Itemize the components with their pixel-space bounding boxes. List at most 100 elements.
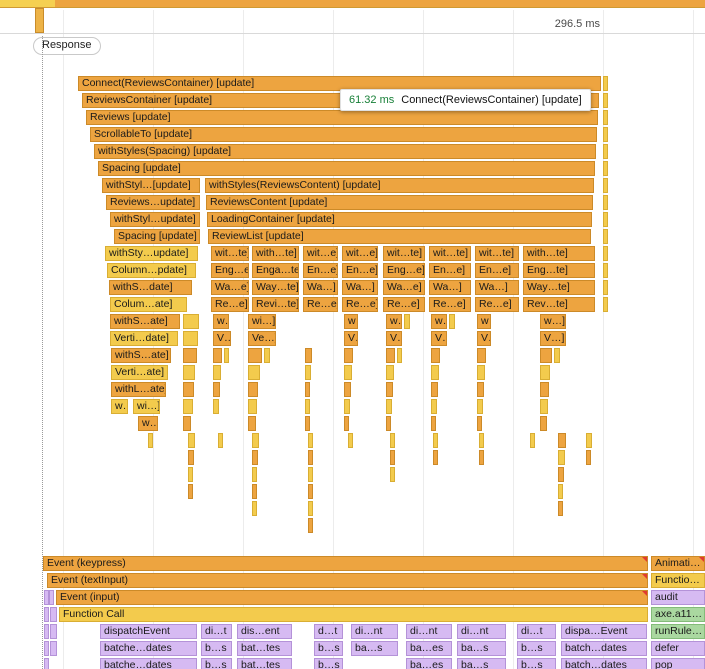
flame-bar[interactable] (603, 161, 608, 176)
flame-bar[interactable]: Way…te] (523, 280, 595, 295)
flame-bar[interactable]: d…t (314, 624, 343, 639)
flame-bar[interactable] (305, 365, 311, 380)
flame-bar[interactable]: withL…ate] (111, 382, 166, 397)
flame-bar[interactable]: bat…tes (237, 641, 292, 656)
flame-bar[interactable]: ReviewsContent [update] (206, 195, 593, 210)
flame-bar[interactable] (49, 590, 54, 605)
flame-bar[interactable]: wit…te] (475, 246, 519, 261)
flame-bar[interactable]: withS…ate] (111, 348, 171, 363)
flame-bar[interactable]: wit…e] (342, 246, 378, 261)
flame-bar[interactable] (477, 348, 486, 363)
flame-bar[interactable] (183, 314, 199, 329)
flame-bar[interactable]: Ve…] (248, 331, 276, 346)
flame-bar[interactable]: Re…e] (429, 297, 471, 312)
flame-bar[interactable] (344, 416, 349, 431)
flame-bar[interactable] (603, 110, 608, 125)
flame-bar[interactable] (50, 624, 57, 639)
flame-bar[interactable] (305, 399, 310, 414)
flame-bar[interactable]: Re…e] (211, 297, 249, 312)
flame-bar[interactable] (50, 641, 57, 656)
flame-bar[interactable]: di…nt (406, 624, 452, 639)
flame-bar[interactable] (183, 416, 191, 431)
flame-bar[interactable] (344, 382, 351, 397)
flame-bar[interactable]: Re…e] (303, 297, 338, 312)
flame-bar[interactable]: V…] (213, 331, 231, 346)
flame-bar[interactable] (603, 280, 608, 295)
flame-bar[interactable] (308, 433, 313, 448)
flame-bar[interactable]: Eng…e] (211, 263, 249, 278)
flame-bar[interactable] (252, 501, 257, 516)
flame-bar[interactable]: wit…te] (383, 246, 425, 261)
flame-bar[interactable] (224, 348, 229, 363)
flame-bar[interactable]: di…t (517, 624, 556, 639)
flame-bar[interactable] (540, 416, 547, 431)
flame-bar[interactable]: b…s (517, 658, 556, 669)
flame-bar[interactable]: V… (386, 331, 402, 346)
flame-bar[interactable]: Wa…e] (211, 280, 249, 295)
flame-bar[interactable]: V… (344, 331, 358, 346)
flame-bar[interactable] (308, 518, 313, 533)
flame-bar[interactable]: Reviews…update] (106, 195, 200, 210)
flame-bar[interactable]: Event (keypress) (43, 556, 648, 571)
flame-bar[interactable] (308, 501, 313, 516)
flame-bar[interactable] (183, 331, 198, 346)
flame-bar[interactable]: w… (344, 314, 358, 329)
flame-bar[interactable] (558, 484, 563, 499)
flame-bar[interactable]: Spacing [update] (98, 161, 595, 176)
flame-bar[interactable] (558, 467, 564, 482)
flame-bar[interactable]: pop (651, 658, 705, 669)
flame-bar[interactable] (603, 212, 608, 227)
flame-bar[interactable]: Colum…ate] (110, 297, 187, 312)
flame-bar[interactable] (558, 501, 563, 516)
flame-bar[interactable] (44, 624, 49, 639)
flame-bar[interactable]: w… (386, 314, 402, 329)
flame-bar[interactable] (252, 467, 257, 482)
flame-bar[interactable] (348, 433, 353, 448)
flame-bar[interactable] (248, 365, 260, 380)
flame-bar[interactable] (50, 607, 57, 622)
flame-bar[interactable] (603, 93, 608, 108)
flame-bar[interactable]: ReviewList [update] (208, 229, 591, 244)
flame-bar[interactable] (213, 399, 219, 414)
flame-bar[interactable]: Wa…] (475, 280, 519, 295)
flame-bar[interactable]: Event (input) (56, 590, 648, 605)
flame-bar[interactable]: wit…e] (303, 246, 338, 261)
flame-bar[interactable]: dispa…Event (561, 624, 647, 639)
flame-bar[interactable] (344, 399, 350, 414)
flame-bar[interactable]: audit (651, 590, 705, 605)
flame-bar[interactable] (308, 450, 313, 465)
flame-bar[interactable]: Wa…e] (383, 280, 425, 295)
flame-bar[interactable]: Verti…ate] (111, 365, 168, 380)
flame-bar[interactable] (252, 484, 257, 499)
flame-bar[interactable] (213, 365, 221, 380)
flame-bar[interactable]: LoadingContainer [update] (207, 212, 592, 227)
flame-bar[interactable] (603, 263, 608, 278)
flame-bar[interactable]: Wa…] (429, 280, 471, 295)
flame-bar[interactable]: ScrollableTo [update] (90, 127, 597, 142)
flame-bar[interactable]: dis…ent (237, 624, 292, 639)
flame-bar[interactable] (218, 433, 223, 448)
flame-bar[interactable]: Way…te] (252, 280, 299, 295)
flame-bar[interactable]: w… (431, 314, 447, 329)
flame-bar[interactable] (477, 416, 482, 431)
flame-bar[interactable]: Eng…te] (523, 263, 595, 278)
flame-bar[interactable] (252, 450, 258, 465)
flame-bar[interactable] (188, 484, 193, 499)
flame-bar[interactable]: ba…s (457, 641, 506, 656)
flame-bar[interactable] (530, 433, 535, 448)
flame-bar[interactable]: w…] (540, 314, 566, 329)
flame-bar[interactable] (183, 399, 193, 414)
flame-bar[interactable]: w… (111, 399, 128, 414)
flame-bar[interactable]: En…e] (342, 263, 378, 278)
flame-bar[interactable] (305, 382, 310, 397)
flame-bar[interactable]: batche…dates (100, 641, 197, 656)
flame-bar[interactable] (433, 433, 438, 448)
flame-bar[interactable]: b…s (201, 658, 232, 669)
flame-bar[interactable] (248, 416, 256, 431)
flame-bar[interactable] (431, 416, 436, 431)
flame-bar[interactable] (390, 450, 395, 465)
flame-bar[interactable] (431, 348, 440, 363)
flame-bar[interactable] (449, 314, 455, 329)
flame-bar[interactable]: Rev…te] (523, 297, 595, 312)
flame-bar[interactable]: b…s (517, 641, 556, 656)
